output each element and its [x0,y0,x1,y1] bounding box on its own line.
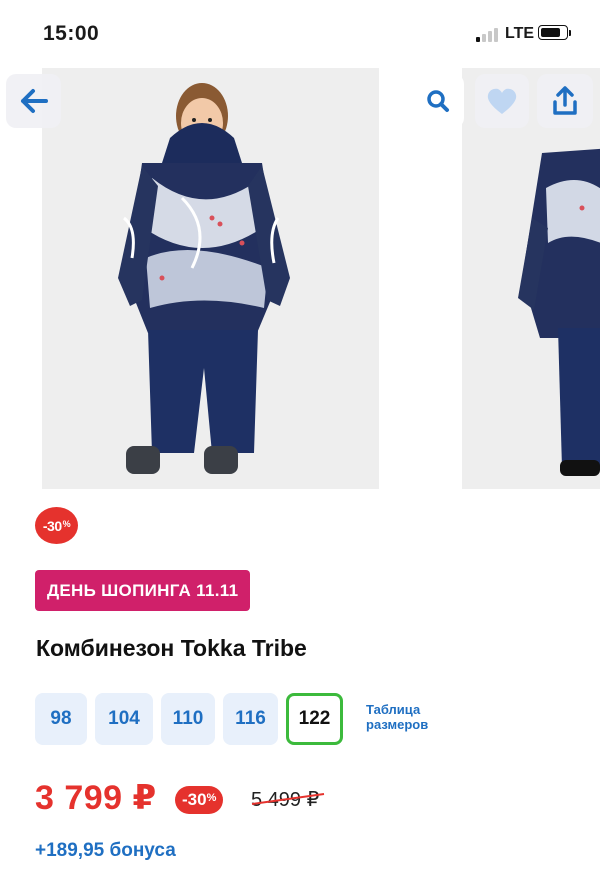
share-button[interactable] [537,74,593,128]
heart-icon [487,88,517,114]
battery-icon [538,25,568,40]
price-discount-badge: -30% [175,786,224,814]
favorite-button[interactable] [475,74,529,128]
bonus-points: +189,95 бонуса [35,840,176,861]
share-icon [553,86,577,115]
discount-badge-value: -30 [42,517,62,534]
discount-badge-unit: % [62,518,71,529]
product-photo-front[interactable] [42,68,379,489]
search-icon [427,90,449,112]
size-option-110[interactable]: 110 [161,693,215,745]
current-price: 3 799 ₽ [35,779,157,817]
status-bar: 15:00 LTE [0,0,600,70]
back-button[interactable] [6,74,61,128]
size-option-98[interactable]: 98 [35,693,87,745]
network-type: LTE [505,25,535,42]
status-time: 15:00 [43,22,100,45]
size-selector: 98 104 110 116 122 [35,693,343,745]
size-option-104[interactable]: 104 [95,693,153,745]
price-discount-value: -30 [182,790,207,809]
size-chart-link[interactable]: Таблица размеров [366,702,446,732]
discount-badge: -30% [35,507,78,544]
arrow-left-icon [20,89,48,113]
product-title: Комбинезон Tokka Tribe [36,635,307,661]
size-option-116[interactable]: 116 [223,693,278,745]
search-button[interactable] [412,74,464,128]
product-photo-side[interactable] [462,68,600,489]
size-option-122-selected[interactable]: 122 [286,693,343,745]
old-price: 5 499 ₽ [251,789,320,811]
battery-tip [569,30,571,36]
price-discount-unit: % [206,792,217,804]
signal-icon [476,28,500,42]
promo-label[interactable]: ДЕНЬ ШОПИНГА 11.11 [35,570,251,611]
product-gallery[interactable] [0,68,600,490]
